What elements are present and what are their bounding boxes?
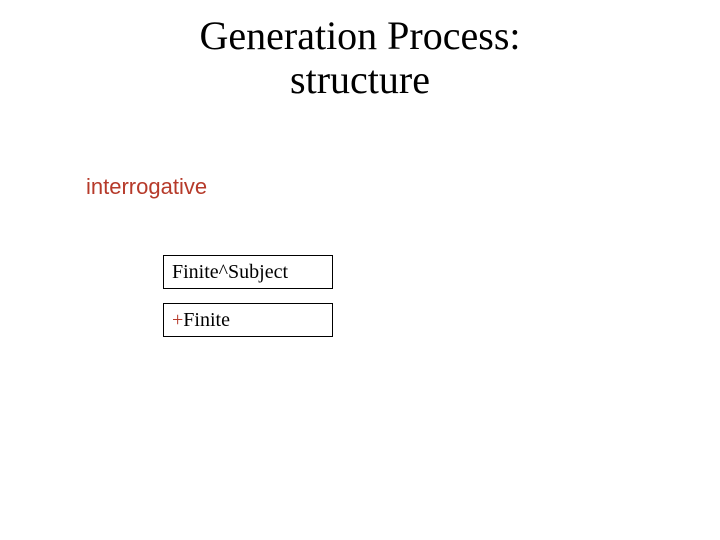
plus-sign: + (172, 309, 183, 331)
box-plus-finite: +Finite (163, 303, 333, 337)
title-line-2: structure (290, 57, 430, 102)
slide-title: Generation Process: structure (0, 14, 720, 102)
slide: Generation Process: structure interrogat… (0, 0, 720, 540)
box-finite-subject: Finite^Subject (163, 255, 333, 289)
label-interrogative: interrogative (86, 174, 207, 200)
title-line-1: Generation Process: (199, 13, 520, 58)
finite-text: Finite (183, 309, 230, 331)
